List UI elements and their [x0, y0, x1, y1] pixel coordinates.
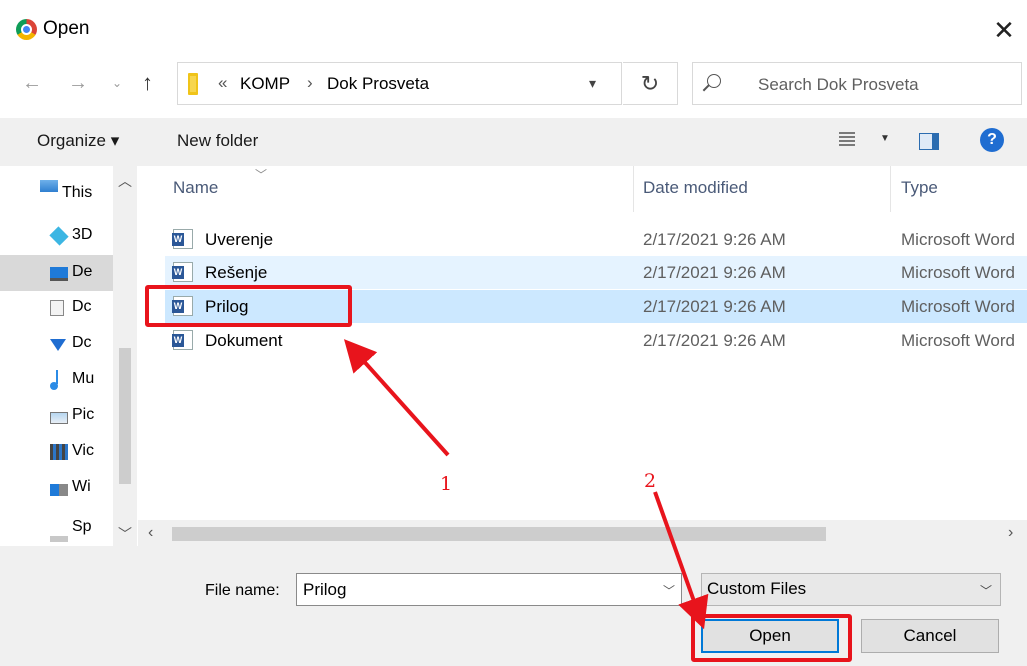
scroll-right-icon[interactable]: ›	[1008, 524, 1013, 542]
nav-item-label: Dc	[72, 298, 92, 315]
column-header-type[interactable]: Type	[901, 178, 938, 198]
column-header-date[interactable]: Date modified	[643, 178, 748, 198]
annotation-highlight-file	[145, 285, 352, 327]
annotation-step-2: 2	[644, 470, 657, 492]
column-divider[interactable]	[633, 166, 634, 212]
nav-item-label: Pic	[72, 406, 95, 423]
file-row[interactable]: Dokument 2/17/2021 9:26 AM Microsoft Wor…	[165, 324, 1027, 357]
organize-button[interactable]: Organize ▾	[37, 131, 119, 151]
address-bar[interactable]: « KOMP › Dok Prosveta ▾	[177, 62, 622, 105]
view-options-icon[interactable]	[839, 132, 855, 148]
file-name: Rešenje	[205, 263, 268, 282]
word-document-icon	[172, 262, 193, 282]
file-type-dropdown-icon[interactable]: ﹀	[980, 582, 992, 599]
scroll-down-icon[interactable]: ﹀	[118, 524, 132, 544]
file-name: Dokument	[205, 331, 283, 350]
file-name-dropdown-icon[interactable]: ﹀	[663, 582, 675, 599]
word-document-icon	[172, 229, 193, 249]
scroll-up-icon[interactable]: ︿	[118, 171, 132, 191]
column-header-name[interactable]: Name	[173, 178, 218, 198]
nav-item-label: 3D	[72, 226, 93, 243]
window-title: Open	[43, 18, 90, 39]
nav-item-pictures[interactable]: Pic	[0, 398, 113, 434]
help-icon[interactable]: ?	[980, 128, 1004, 152]
file-type: Microsoft Word	[901, 297, 1015, 316]
nav-item-label: Sp	[72, 518, 92, 535]
file-name-input[interactable]: Prilog	[296, 573, 682, 606]
folder-icon	[188, 73, 198, 95]
nav-item-documents[interactable]: Dc	[0, 290, 113, 326]
file-type-select[interactable]: Custom Files	[701, 573, 1001, 606]
breadcrumb-komp[interactable]: KOMP	[240, 74, 290, 94]
nav-item-label: Mu	[72, 370, 95, 387]
command-toolbar: Organize ▾ New folder ▼ ?	[0, 118, 1027, 166]
nav-item-drive[interactable]: Sp	[0, 510, 113, 546]
breadcrumb-overflow[interactable]: «	[218, 73, 227, 93]
back-arrow-icon[interactable]: ←	[22, 72, 42, 95]
file-name-label: File name:	[205, 582, 280, 599]
nav-item-music[interactable]: Mu	[0, 362, 113, 398]
up-arrow-icon[interactable]: ↑	[142, 70, 153, 96]
search-placeholder: Search Dok Prosveta	[758, 75, 919, 94]
file-date: 2/17/2021 9:26 AM	[643, 263, 786, 282]
column-divider[interactable]	[890, 166, 891, 212]
nav-item-label: Wi	[72, 478, 91, 495]
navigation-pane: This 3D De Dc Dc Mu Pic Vic Wi Sp ︿ ﹀	[0, 166, 138, 546]
documents-icon	[50, 300, 64, 316]
pictures-icon	[50, 412, 68, 424]
nav-item-label: This	[62, 184, 93, 201]
drive-icon	[50, 536, 68, 542]
close-button[interactable]: ✕	[986, 12, 1022, 48]
nav-item-label: Dc	[72, 334, 92, 351]
horizontal-scroll-thumb[interactable]	[172, 527, 826, 541]
file-name: Uverenje	[205, 230, 274, 249]
horizontal-scrollbar[interactable]: ‹ ›	[138, 520, 1027, 546]
search-input[interactable]: Search Dok Prosveta	[692, 62, 1022, 105]
dialog-footer: File name: Prilog ﹀ Custom Files ﹀ Open …	[0, 546, 1027, 666]
new-folder-button[interactable]: New folder	[177, 131, 258, 151]
file-date: 2/17/2021 9:26 AM	[643, 331, 786, 350]
forward-arrow-icon[interactable]: →	[68, 72, 88, 95]
music-icon	[50, 370, 58, 390]
address-dropdown-icon[interactable]: ▾	[589, 75, 596, 92]
nav-item-windows-drive[interactable]: Wi	[0, 470, 113, 506]
cancel-button[interactable]: Cancel	[861, 619, 999, 653]
3d-objects-icon	[49, 226, 69, 246]
file-type: Microsoft Word	[901, 263, 1015, 282]
breadcrumb-dok-prosveta[interactable]: Dok Prosveta	[327, 74, 429, 94]
sort-indicator-icon: ﹀	[255, 168, 268, 182]
nav-scroll-thumb[interactable]	[119, 348, 131, 484]
nav-scrollbar[interactable]: ︿ ﹀	[113, 166, 137, 546]
file-date: 2/17/2021 9:26 AM	[643, 297, 786, 316]
refresh-icon[interactable]: ↻	[623, 62, 678, 105]
file-type: Microsoft Word	[901, 331, 1015, 350]
nav-item-3d-objects[interactable]: 3D	[0, 218, 113, 254]
pc-icon	[40, 180, 58, 192]
annotation-step-1: 1	[440, 473, 453, 495]
preview-pane-icon[interactable]	[919, 133, 939, 150]
file-list: ﹀ Name Date modified Type Uverenje 2/17/…	[138, 166, 1027, 520]
videos-icon	[50, 444, 68, 460]
downloads-icon	[50, 339, 66, 351]
title-bar: Open ✕	[0, 0, 1027, 58]
breadcrumb-chevron-icon[interactable]: ›	[307, 73, 313, 93]
annotation-highlight-open	[691, 614, 852, 662]
nav-item-desktop[interactable]: De	[0, 255, 113, 291]
recent-locations-chevron-icon[interactable]: ⌄	[112, 76, 122, 90]
file-date: 2/17/2021 9:26 AM	[643, 230, 786, 249]
nav-item-label: Vic	[72, 442, 94, 459]
desktop-icon	[50, 267, 68, 281]
nav-item-videos[interactable]: Vic	[0, 434, 113, 470]
nav-item-downloads[interactable]: Dc	[0, 326, 113, 362]
word-document-icon	[172, 330, 193, 350]
nav-item-this-pc[interactable]: This	[0, 166, 113, 202]
file-type: Microsoft Word	[901, 230, 1015, 249]
chrome-icon	[16, 19, 37, 40]
windows-drive-icon	[50, 484, 68, 496]
nav-item-label: De	[72, 263, 93, 280]
search-icon	[707, 74, 721, 88]
scroll-left-icon[interactable]: ‹	[148, 524, 153, 542]
view-dropdown-icon[interactable]: ▼	[880, 133, 890, 144]
file-row[interactable]: Uverenje 2/17/2021 9:26 AM Microsoft Wor…	[165, 223, 1027, 256]
